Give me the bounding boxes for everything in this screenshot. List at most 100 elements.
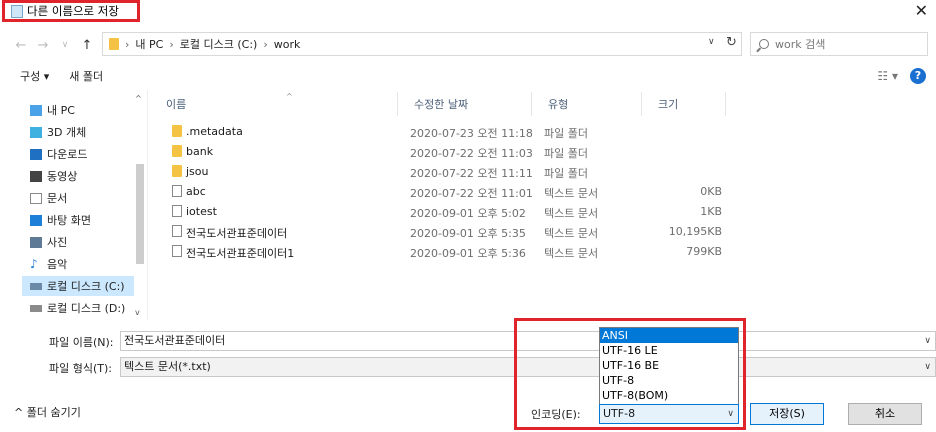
- encoding-dropdown-icon[interactable]: ∨: [727, 405, 734, 423]
- sidebar-item-local-disk-d[interactable]: 로컬 디스크 (D:): [30, 298, 125, 318]
- file-type: 텍스트 문서: [544, 187, 599, 200]
- recent-locations-icon[interactable]: ∨: [54, 40, 76, 50]
- forward-arrow-icon[interactable]: →: [32, 38, 54, 53]
- breadcrumb-work[interactable]: work: [274, 38, 301, 51]
- address-row: ← → ∨ ↑ › 내 PC › 로컬 디스크 (C:) › work ∨ ↻ …: [0, 28, 936, 62]
- file-name: 전국도서관표준데이터: [186, 227, 288, 240]
- download-icon: [30, 148, 42, 160]
- text-file-icon: [172, 205, 182, 217]
- file-row[interactable]: jsou 2020-07-22 오전 11:11 파일 폴더: [150, 162, 750, 182]
- sidebar-item-videos[interactable]: 동영상: [30, 166, 77, 186]
- sidebar-item-pictures[interactable]: 사진: [30, 232, 67, 252]
- encoding-option-utf8-bom[interactable]: UTF-8(BOM): [600, 388, 738, 403]
- sidebar-item-3d-objects[interactable]: 3D 개체: [30, 122, 86, 142]
- scrollbar-thumb[interactable]: [136, 164, 144, 264]
- scroll-down-icon[interactable]: v: [135, 308, 140, 317]
- back-arrow-icon[interactable]: ←: [10, 38, 32, 53]
- encoding-option-utf16le[interactable]: UTF-16 LE: [600, 343, 738, 358]
- hide-folders-button[interactable]: ^ 폴더 숨기기: [14, 404, 81, 420]
- help-icon[interactable]: ?: [910, 68, 926, 84]
- file-row[interactable]: 전국도서관표준데이터 2020-09-01 오후 5:35 텍스트 문서 10,…: [150, 222, 750, 242]
- video-icon: [30, 170, 42, 182]
- file-type: 텍스트 문서: [544, 247, 599, 260]
- sidebar-scrollbar[interactable]: ^ v: [134, 94, 146, 317]
- breadcrumb-pc[interactable]: 내 PC: [135, 36, 163, 52]
- file-date: 2020-09-01 오후 5:35: [410, 227, 526, 240]
- file-size: 10,195KB: [668, 225, 722, 238]
- save-button[interactable]: 저장(S): [750, 403, 824, 425]
- window-title: 다른 이름으로 저장: [27, 4, 119, 18]
- folder-icon: [109, 38, 119, 50]
- file-row[interactable]: abc 2020-07-22 오전 11:01 텍스트 문서 0KB: [150, 182, 750, 202]
- new-folder-button[interactable]: 새 폴더: [69, 68, 103, 84]
- file-row[interactable]: bank 2020-07-22 오전 11:03 파일 폴더: [150, 142, 750, 162]
- close-icon[interactable]: ✕: [915, 3, 928, 19]
- cube-icon: [30, 126, 42, 138]
- file-date: 2020-09-01 오후 5:02: [410, 207, 526, 220]
- text-file-icon: [172, 185, 182, 197]
- file-type: 텍스트 문서: [544, 227, 599, 240]
- text-file-icon: [172, 225, 182, 237]
- search-input[interactable]: work 검색: [775, 36, 825, 52]
- column-header-name[interactable]: 이름 ^: [150, 92, 398, 116]
- file-size: 799KB: [686, 245, 722, 258]
- filetype-label: 파일 형식(T):: [49, 362, 112, 375]
- window-title-highlight: 다른 이름으로 저장: [2, 0, 140, 22]
- folder-icon: [172, 145, 182, 157]
- encoding-option-utf8[interactable]: UTF-8: [600, 373, 738, 388]
- file-name: iotest: [186, 205, 217, 218]
- breadcrumb-drive[interactable]: 로컬 디스크 (C:): [180, 36, 258, 52]
- organize-button[interactable]: 구성 ▾: [20, 68, 49, 84]
- file-date: 2020-07-23 오전 11:18: [410, 127, 533, 140]
- encoding-option-ansi[interactable]: ANSI: [600, 328, 738, 343]
- sort-ascending-icon: ^: [286, 92, 293, 101]
- file-size: 0KB: [700, 185, 722, 198]
- filename-dropdown-icon[interactable]: ∨: [924, 332, 931, 350]
- folder-icon: [172, 125, 182, 137]
- address-bar[interactable]: › 내 PC › 로컬 디스크 (C:) › work: [102, 32, 742, 56]
- file-type: 파일 폴더: [544, 167, 588, 180]
- file-date: 2020-07-22 오전 11:11: [410, 167, 533, 180]
- cancel-button[interactable]: 취소: [848, 403, 922, 425]
- filename-label: 파일 이름(N):: [49, 336, 114, 349]
- drive-icon: [30, 304, 42, 312]
- file-date: 2020-07-22 오전 11:01: [410, 187, 533, 200]
- breadcrumb-separator-icon: ›: [169, 37, 174, 51]
- encoding-option-utf16be[interactable]: UTF-16 BE: [600, 358, 738, 373]
- desktop-icon: [30, 214, 42, 226]
- sidebar-item-this-pc[interactable]: 내 PC: [30, 100, 75, 120]
- column-header-type[interactable]: 유형: [532, 92, 642, 116]
- file-row[interactable]: .metadata 2020-07-23 오전 11:18 파일 폴더: [150, 122, 750, 142]
- pc-icon: [30, 104, 42, 116]
- file-row[interactable]: iotest 2020-09-01 오후 5:02 텍스트 문서 1KB: [150, 202, 750, 222]
- file-type: 파일 폴더: [544, 147, 588, 160]
- text-file-icon: [172, 245, 182, 257]
- sidebar-item-desktop[interactable]: 바탕 화면: [30, 210, 91, 230]
- file-type: 파일 폴더: [544, 127, 588, 140]
- column-header-size[interactable]: 크기: [642, 92, 726, 116]
- up-arrow-icon[interactable]: ↑: [76, 38, 98, 53]
- sidebar-item-local-disk-c[interactable]: 로컬 디스크 (C:): [22, 276, 134, 296]
- navigation-pane: 내 PC 3D 개체 다운로드 동영상 문서 바탕 화면 사진 ♪ 음악 로컬 …: [0, 90, 148, 320]
- scroll-up-icon[interactable]: ^: [135, 94, 142, 103]
- file-row[interactable]: 전국도서관표준데이터1 2020-09-01 오후 5:36 텍스트 문서 79…: [150, 242, 750, 262]
- file-type: 텍스트 문서: [544, 207, 599, 220]
- refresh-icon[interactable]: ↻: [726, 35, 737, 50]
- file-list: 이름 ^ 수정한 날짜 유형 크기 .metadata 2020-07-23 오…: [150, 90, 936, 320]
- filetype-dropdown-icon[interactable]: ∨: [924, 358, 931, 376]
- sidebar-item-music[interactable]: ♪ 음악: [30, 254, 67, 274]
- breadcrumb-separator-icon: ›: [263, 37, 268, 51]
- encoding-select[interactable]: UTF-8 ∨: [599, 404, 739, 424]
- sidebar-item-downloads[interactable]: 다운로드: [30, 144, 87, 164]
- search-box[interactable]: work 검색: [750, 32, 928, 56]
- encoding-dropdown-list[interactable]: ANSI UTF-16 LE UTF-16 BE UTF-8 UTF-8(BOM…: [599, 327, 739, 405]
- sidebar-item-documents[interactable]: 문서: [30, 188, 67, 208]
- file-name: abc: [186, 185, 206, 198]
- view-options-icon[interactable]: ☷ ▾: [877, 69, 898, 83]
- column-header-date[interactable]: 수정한 날짜: [398, 92, 532, 116]
- command-bar: 구성 ▾ 새 폴더 ☷ ▾ ?: [0, 62, 936, 90]
- file-name: bank: [186, 145, 214, 158]
- address-dropdown-icon[interactable]: ∨: [708, 37, 715, 47]
- title-bar: 다른 이름으로 저장 ✕: [0, 0, 936, 28]
- breadcrumb-separator-icon: ›: [125, 37, 130, 51]
